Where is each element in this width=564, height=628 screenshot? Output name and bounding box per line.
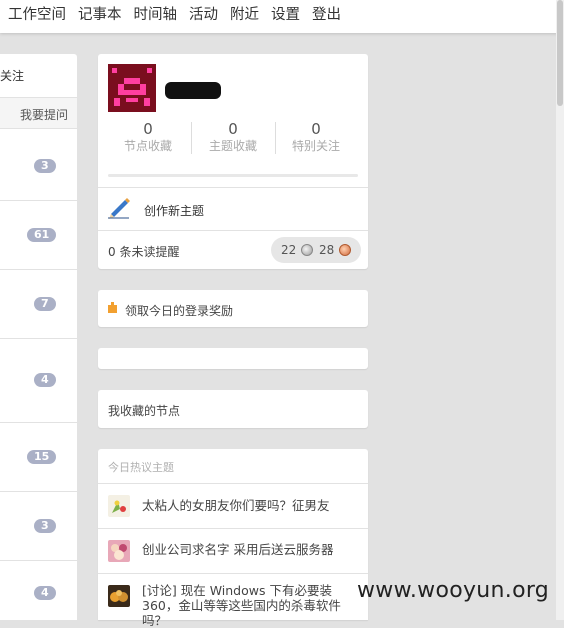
profile-card: 0 节点收藏 0 主题收藏 0 特别关注 创作新主题 0 条未读提醒 22 28 xyxy=(98,54,368,269)
page-scrollbar[interactable] xyxy=(556,0,564,620)
row-divider xyxy=(0,560,77,561)
stat-value: 0 xyxy=(228,120,238,138)
topic-avatar-icon xyxy=(108,495,130,517)
nav-timeline[interactable]: 时间轴 xyxy=(134,3,178,24)
stat-node-favorites[interactable]: 0 节点收藏 xyxy=(104,120,192,154)
daily-reward-link[interactable]: 领取今日的登录奖励 xyxy=(125,302,233,319)
food-icon xyxy=(111,544,127,560)
activity-progress-bar xyxy=(108,174,358,177)
create-topic-button[interactable]: 创作新主题 xyxy=(98,188,368,230)
bronze-count: 28 xyxy=(319,243,335,257)
left-column: 关注 我要提问 3 61 7 4 15 3 4 xyxy=(0,54,77,620)
nav-nearby[interactable]: 附近 xyxy=(230,3,259,24)
favorite-nodes-title[interactable]: 我收藏的节点 xyxy=(108,402,180,419)
reply-count-badge[interactable]: 15 xyxy=(27,450,57,464)
stat-label: 节点收藏 xyxy=(123,139,172,153)
hot-topics-card: 今日热议主题 太粘人的女朋友你们要吗？征男友 创业公司求名字 采用后送云服务器 xyxy=(98,449,368,628)
row-divider xyxy=(0,338,77,339)
reply-count-badge[interactable]: 4 xyxy=(34,373,56,387)
cats-icon xyxy=(110,590,128,602)
daily-reward-card[interactable]: 领取今日的登录奖励 xyxy=(98,290,368,327)
scrollbar-thumb[interactable] xyxy=(557,0,563,106)
gift-icon xyxy=(108,302,117,313)
reply-count-badge[interactable]: 61 xyxy=(27,228,57,242)
divider xyxy=(98,230,368,231)
row-divider xyxy=(0,269,77,270)
site-watermark: www.wooyun.org xyxy=(357,578,550,603)
flower-icon xyxy=(112,500,126,513)
top-navbar: 工作空间 记事本 时间轴 活动 附近 设置 登出 xyxy=(0,0,558,33)
nav-workspace[interactable]: 工作空间 xyxy=(8,3,66,24)
nav-logout[interactable]: 登出 xyxy=(312,3,341,24)
ask-question-bar: 我要提问 xyxy=(0,97,77,129)
reply-count-badge[interactable]: 4 xyxy=(34,586,56,600)
stat-label: 特别关注 xyxy=(291,139,340,153)
favorite-nodes-card: 我收藏的节点 xyxy=(98,390,368,428)
stat-special-follow[interactable]: 0 特别关注 xyxy=(272,120,360,154)
main-nav: 工作空间 记事本 时间轴 活动 附近 设置 登出 xyxy=(8,0,353,26)
redacted-username xyxy=(165,82,221,99)
ask-question-button[interactable]: 我要提问 xyxy=(20,106,68,123)
stat-value: 0 xyxy=(311,120,321,138)
stat-label: 主题收藏 xyxy=(208,139,257,153)
nav-events[interactable]: 活动 xyxy=(189,3,218,24)
hot-topic-item[interactable]: 太粘人的女朋友你们要吗？征男友 xyxy=(98,484,368,528)
follow-tab[interactable]: 关注 xyxy=(0,67,24,84)
reply-count-badge[interactable]: 3 xyxy=(34,159,56,173)
stat-topic-favorites[interactable]: 0 主题收藏 xyxy=(189,120,277,154)
reply-count-badge[interactable]: 3 xyxy=(34,519,56,533)
reply-count-badge[interactable]: 7 xyxy=(34,297,56,311)
user-avatar[interactable] xyxy=(108,64,156,112)
unread-notifications-link[interactable]: 0 条未读提醒 xyxy=(108,243,179,260)
nav-settings[interactable]: 设置 xyxy=(271,3,300,24)
silver-coin-icon xyxy=(301,244,313,256)
topic-avatar-icon xyxy=(108,585,130,607)
row-divider xyxy=(0,422,77,423)
bronze-coin-icon xyxy=(339,244,351,256)
silver-count: 22 xyxy=(281,243,297,257)
pencil-icon xyxy=(108,198,130,219)
balance-pill[interactable]: 22 28 xyxy=(271,237,361,263)
avatar-glyph-icon xyxy=(108,64,156,112)
topic-title[interactable]: [讨论] 现在 Windows 下有必要装 360，金山等等这些国内的杀毒软件吗… xyxy=(142,583,362,628)
empty-card xyxy=(98,348,368,369)
row-divider xyxy=(0,491,77,492)
hot-topic-item[interactable]: 创业公司求名字 采用后送云服务器 xyxy=(98,529,368,573)
topic-avatar-icon xyxy=(108,540,130,562)
row-divider xyxy=(0,200,77,201)
hot-topic-item[interactable]: [讨论] 现在 Windows 下有必要装 360，金山等等这些国内的杀毒软件吗… xyxy=(98,574,368,628)
topic-title[interactable]: 太粘人的女朋友你们要吗？征男友 xyxy=(142,498,362,513)
topic-title[interactable]: 创业公司求名字 采用后送云服务器 xyxy=(142,542,362,557)
create-topic-label: 创作新主题 xyxy=(144,204,205,218)
hot-topics-title: 今日热议主题 xyxy=(108,461,174,474)
stat-value: 0 xyxy=(143,120,153,138)
nav-notebook[interactable]: 记事本 xyxy=(78,3,122,24)
